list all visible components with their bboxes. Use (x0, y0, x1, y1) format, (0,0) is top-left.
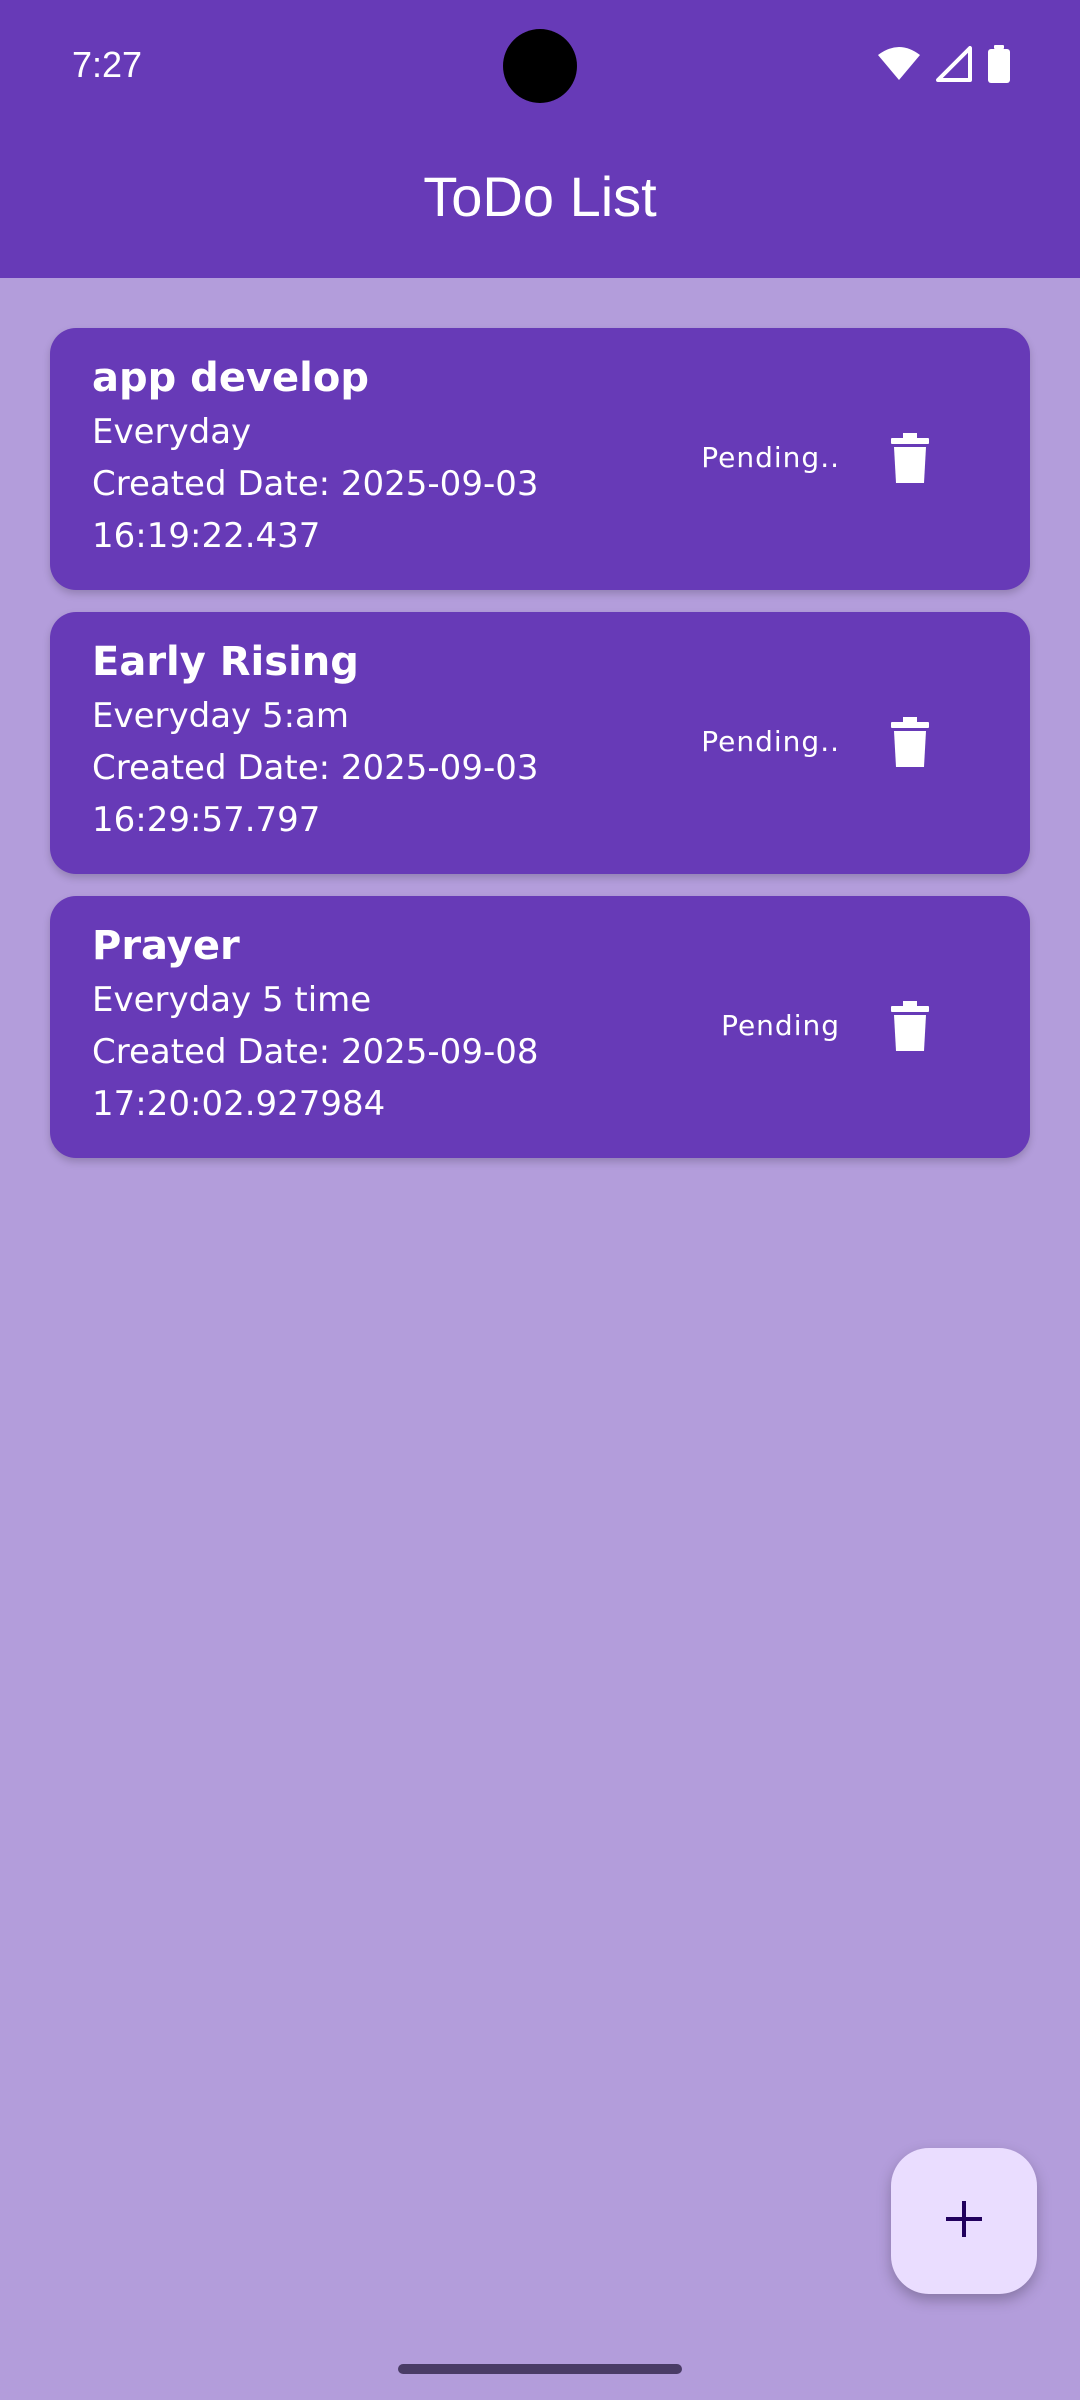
app-bar: ToDo List (0, 130, 1080, 278)
todo-description: Everyday (92, 412, 252, 452)
status-icons (878, 44, 1010, 88)
trash-icon (891, 432, 929, 488)
todo-title: app develop (92, 355, 369, 401)
trash-icon (891, 1000, 929, 1056)
delete-button[interactable] (882, 432, 938, 488)
todo-created-date: Created Date: 2025-09-03 16:29:57.797 (92, 748, 539, 840)
trash-icon (891, 716, 929, 772)
todo-status[interactable]: Pending (721, 1006, 840, 1046)
todo-created-date: Created Date: 2025-09-03 16:19:22.437 (92, 464, 539, 556)
todo-card[interactable]: Early Rising Everyday 5:am Created Date:… (50, 612, 1030, 874)
todo-description: Everyday 5 time (92, 980, 372, 1020)
todo-status[interactable]: Pending.. (701, 438, 840, 478)
todo-card[interactable]: app develop Everyday Created Date: 2025-… (50, 328, 1030, 590)
cell-signal-icon (936, 45, 972, 87)
delete-button[interactable] (882, 716, 938, 772)
todo-description: Everyday 5:am (92, 696, 350, 736)
todo-card[interactable]: Prayer Everyday 5 time Created Date: 202… (50, 896, 1030, 1158)
todo-title: Early Rising (92, 639, 359, 685)
delete-button[interactable] (882, 1000, 938, 1056)
add-todo-button[interactable] (891, 2148, 1037, 2294)
camera-cutout (503, 29, 577, 103)
battery-icon (988, 44, 1010, 88)
page-title: ToDo List (423, 164, 657, 228)
plus-icon (944, 2199, 984, 2244)
todo-text: app develop Everyday Created Date: 2025-… (92, 350, 610, 562)
todo-status[interactable]: Pending.. (701, 722, 840, 762)
todo-text: Prayer Everyday 5 time Created Date: 202… (92, 918, 610, 1130)
status-time: 7:27 (72, 44, 143, 85)
gesture-navigation-handle[interactable] (398, 2364, 682, 2374)
todo-list: app develop Everyday Created Date: 2025-… (50, 328, 1030, 1180)
status-bar: 7:27 (0, 0, 1080, 130)
todo-created-date: Created Date: 2025-09-08 17:20:02.927984 (92, 1032, 539, 1124)
wifi-icon (878, 46, 920, 86)
todo-text: Early Rising Everyday 5:am Created Date:… (92, 634, 610, 846)
todo-title: Prayer (92, 923, 240, 969)
